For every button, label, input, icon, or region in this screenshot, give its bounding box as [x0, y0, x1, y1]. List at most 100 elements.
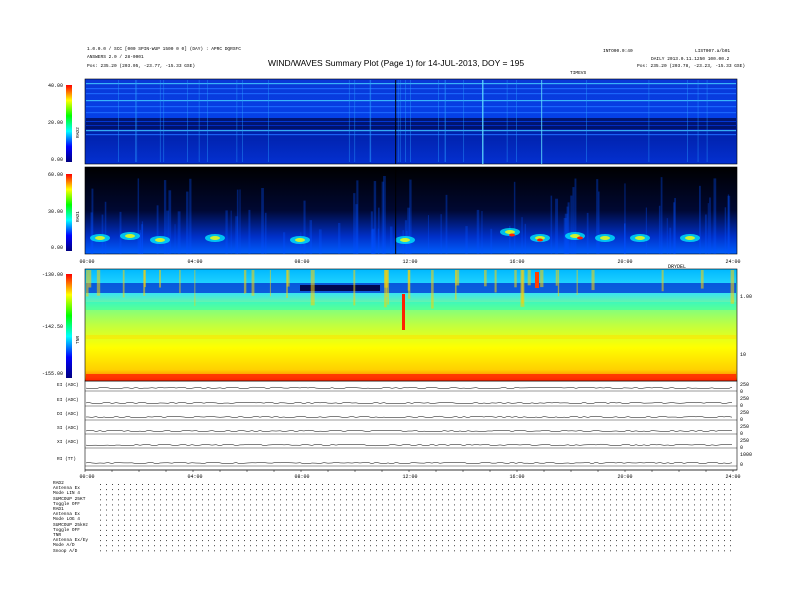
- info-dot: [412, 519, 413, 521]
- info-dot: [250, 550, 251, 552]
- info-dot: [670, 550, 671, 552]
- info-dot: [436, 540, 437, 542]
- info-dot: [160, 499, 161, 501]
- rad1-ytick-bottom: 0.00: [50, 245, 63, 251]
- info-dot: [646, 524, 647, 526]
- info-dot: [700, 540, 701, 542]
- info-dot: [538, 550, 539, 552]
- info-dot: [226, 489, 227, 491]
- info-dot: [148, 514, 149, 516]
- info-dot: [568, 519, 569, 521]
- info-dot: [136, 489, 137, 491]
- info-dot: [322, 519, 323, 521]
- info-dot: [184, 484, 185, 485]
- info-dot: [400, 545, 401, 547]
- info-dot: [502, 514, 503, 516]
- info-dot: [646, 545, 647, 547]
- xtick-bot-2: 08:00: [294, 474, 310, 480]
- info-dot: [130, 484, 131, 485]
- info-dot: [724, 550, 725, 552]
- info-dot: [472, 545, 473, 547]
- info-dot: [490, 540, 491, 542]
- info-dot: [286, 519, 287, 521]
- info-dot: [370, 509, 371, 511]
- info-dot: [124, 519, 125, 521]
- info-dot: [688, 494, 689, 496]
- info-dot: [658, 540, 659, 542]
- info-line: Snoop A/D: [53, 548, 78, 554]
- rad2-streak: [706, 80, 708, 162]
- info-dot: [700, 509, 701, 511]
- info-dot: [568, 535, 569, 536]
- info-dot: [136, 524, 137, 526]
- info-dot: [724, 494, 725, 496]
- info-dot: [580, 484, 581, 485]
- info-dot: [496, 519, 497, 521]
- tnr-burst: [514, 270, 517, 288]
- info-dot: [292, 484, 293, 485]
- info-dot: [430, 504, 431, 506]
- info-dot: [166, 499, 167, 501]
- info-dot: [256, 494, 257, 496]
- rad1-streak: [186, 191, 189, 254]
- rad1-streak: [445, 194, 448, 254]
- info-dot: [388, 540, 389, 542]
- info-dot: [658, 509, 659, 511]
- info-dot: [178, 499, 179, 501]
- info-dot: [712, 529, 713, 531]
- info-dot: [538, 504, 539, 506]
- info-dot: [520, 509, 521, 511]
- info-dot: [400, 529, 401, 531]
- info-dot: [250, 535, 251, 536]
- info-dot: [466, 514, 467, 516]
- rad1-streak: [230, 210, 232, 254]
- info-dot: [310, 540, 311, 542]
- info-dot: [178, 519, 179, 521]
- info-dot: [388, 514, 389, 516]
- info-dot: [196, 499, 197, 501]
- rad1-streak: [598, 191, 600, 254]
- info-dot: [202, 524, 203, 526]
- info-dot: [292, 545, 293, 547]
- info-dot: [148, 519, 149, 521]
- info-dot: [454, 550, 455, 552]
- info-dot: [454, 545, 455, 547]
- info-dot: [616, 550, 617, 552]
- info-dot: [508, 484, 509, 485]
- info-dot: [574, 535, 575, 536]
- info-dot: [526, 484, 527, 485]
- rad1-peak: [577, 236, 583, 240]
- info-dot: [730, 535, 731, 536]
- info-dot: [640, 484, 641, 485]
- info-dot: [250, 519, 251, 521]
- info-dot: [550, 494, 551, 496]
- info-dot: [100, 524, 101, 526]
- info-dot: [238, 494, 239, 496]
- info-dot: [304, 514, 305, 516]
- info-dot: [100, 545, 101, 547]
- info-dot: [502, 524, 503, 526]
- info-dot: [220, 540, 221, 542]
- info-dot: [496, 494, 497, 496]
- info-dot: [508, 499, 509, 501]
- rad2-streak: [236, 80, 238, 162]
- rad2-band: [86, 106, 736, 108]
- tnr-burst: [576, 270, 578, 295]
- info-dot: [136, 529, 137, 531]
- info-dot: [610, 489, 611, 491]
- info-dot: [322, 529, 323, 531]
- info-dot: [472, 499, 473, 501]
- info-dot: [490, 535, 491, 536]
- info-dot: [664, 509, 665, 511]
- info-dot: [334, 519, 335, 521]
- info-dot: [124, 489, 125, 491]
- tnr-burst: [557, 270, 560, 297]
- info-dot: [394, 494, 395, 496]
- info-dot: [106, 529, 107, 531]
- info-dot: [118, 540, 119, 542]
- info-dot: [412, 545, 413, 547]
- info-dot: [622, 550, 623, 552]
- info-dot: [364, 529, 365, 531]
- info-dot: [598, 545, 599, 547]
- info-dot: [328, 494, 329, 496]
